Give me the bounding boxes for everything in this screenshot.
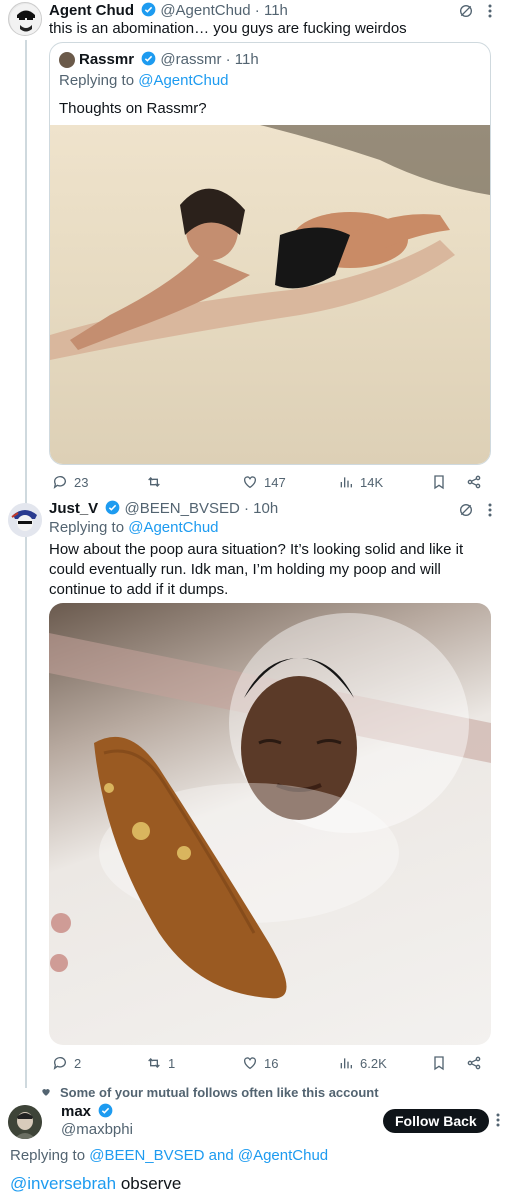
tweet2-time[interactable]: · 10h xyxy=(244,500,278,517)
tweet2-handle[interactable]: @BEEN_BVSED xyxy=(125,500,240,517)
quote-card[interactable]: Rassmr @rassmr · 11h Replying to @AgentC… xyxy=(49,42,491,465)
share-icon[interactable] xyxy=(466,1055,482,1076)
like-count: 16 xyxy=(264,1055,279,1071)
share-icon[interactable] xyxy=(466,474,482,495)
tweet2-replying-prefix: Replying to xyxy=(49,519,125,536)
tweet2-author-name[interactable]: Just_V xyxy=(49,500,98,517)
more-options-icon[interactable] xyxy=(496,1113,500,1132)
reply-count: 2 xyxy=(74,1055,82,1071)
reply-icon xyxy=(53,1057,66,1070)
views-icon xyxy=(340,477,352,488)
views-count: 14K xyxy=(360,474,384,490)
quote-handle: @rassmr xyxy=(160,51,222,68)
tweet2-text-line2: could eventually run. Idk man, I’m holdi… xyxy=(49,561,441,578)
tweet1-handle[interactable]: @AgentChud xyxy=(160,2,250,19)
more-options-icon[interactable] xyxy=(488,4,492,23)
tweet3-replying-prefix: Replying to xyxy=(10,1147,86,1164)
views-action[interactable]: 6.2K xyxy=(338,1055,387,1071)
tweet3-replying-to: Replying to @BEEN_BVSED and @AgentChud xyxy=(10,1147,328,1164)
quote-replying-prefix: Replying to xyxy=(59,72,135,89)
quote-author-name: Rassmr xyxy=(79,51,135,68)
retweet-icon xyxy=(148,477,160,487)
quote-header: Rassmr @rassmr · 11h xyxy=(79,51,259,70)
avatar-photo-icon xyxy=(8,1105,42,1139)
tweet3-header: max xyxy=(61,1103,113,1122)
avatar-max[interactable] xyxy=(8,1105,42,1139)
reply-action[interactable]: 23 xyxy=(52,474,88,490)
tweet2-replying-to: Replying to @AgentChud xyxy=(49,519,219,536)
tweet2-text-line1: How about the poop aura situation? It’s … xyxy=(49,541,464,558)
like-action[interactable]: 147 xyxy=(242,474,286,490)
tweet1-author-name[interactable]: Agent Chud xyxy=(49,2,134,19)
bookmark-icon[interactable] xyxy=(431,1055,447,1076)
quote-time: · 11h xyxy=(225,51,259,68)
heart-icon xyxy=(244,476,256,489)
quote-replying-to: Replying to @AgentChud xyxy=(59,72,229,89)
views-count: 6.2K xyxy=(360,1055,387,1071)
verified-icon xyxy=(98,1103,113,1122)
avatar-face-icon xyxy=(10,4,41,35)
thread-line xyxy=(25,40,27,1088)
tweet3-replying-handles[interactable]: @BEEN_BVSED and @AgentChud xyxy=(89,1147,328,1164)
follow-back-button[interactable]: Follow Back xyxy=(383,1109,489,1133)
bookmark-icon[interactable] xyxy=(431,474,447,495)
heart-icon xyxy=(244,1057,256,1070)
grok-icon[interactable] xyxy=(458,3,474,24)
retweet-count: 1 xyxy=(168,1055,176,1071)
more-options-icon[interactable] xyxy=(488,503,492,522)
like-action[interactable]: 16 xyxy=(242,1055,278,1071)
retweet-action[interactable]: 1 xyxy=(146,1055,175,1071)
tweet1-text: this is an abomination… you guys are fuc… xyxy=(49,20,407,37)
views-action[interactable]: 14K xyxy=(338,474,383,490)
tweet3-text: @inversebrah observe xyxy=(10,1174,181,1194)
views-icon xyxy=(340,1058,352,1069)
tweet3-body: observe xyxy=(116,1174,182,1193)
verified-icon xyxy=(141,51,156,70)
retweet-action[interactable] xyxy=(146,474,168,490)
tweet1-time[interactable]: · 11h xyxy=(255,2,288,19)
tweet2-header: Just_V @BEEN_BVSED · 10h xyxy=(49,500,278,519)
mutual-follows-note: Some of your mutual follows often like t… xyxy=(60,1085,379,1100)
reply-action[interactable]: 2 xyxy=(52,1055,81,1071)
avatar-agent-chud[interactable] xyxy=(8,2,42,36)
heart-small-icon xyxy=(41,1084,51,1102)
avatar-character-icon xyxy=(8,503,42,537)
grok-icon[interactable] xyxy=(458,502,474,523)
like-count: 147 xyxy=(264,474,286,490)
reply-count: 23 xyxy=(74,474,89,490)
tweet2-replying-handle[interactable]: @AgentChud xyxy=(128,519,218,536)
avatar-rassmr xyxy=(59,52,75,68)
verified-icon xyxy=(105,500,120,519)
avatar-just-v[interactable] xyxy=(8,503,42,537)
tweet3-handle[interactable]: @maxbphi xyxy=(61,1121,133,1138)
quote-image[interactable] xyxy=(50,125,490,464)
quote-replying-handle[interactable]: @AgentChud xyxy=(138,72,228,89)
tweet2-image[interactable] xyxy=(49,603,491,1045)
retweet-icon xyxy=(148,1058,160,1068)
tweet3-mention[interactable]: @inversebrah xyxy=(10,1174,116,1193)
reply-icon xyxy=(53,476,66,489)
tweet3-author-name[interactable]: max xyxy=(61,1103,91,1120)
quote-text: Thoughts on Rassmr? xyxy=(59,100,207,117)
tweet2-text-line3: continue to add if it dumps. xyxy=(49,581,229,598)
